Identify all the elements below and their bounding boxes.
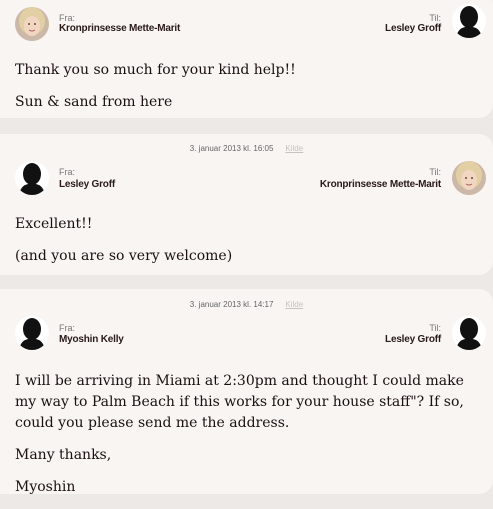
message-meta: 3. januar 2013 kl. 14:17 Kilde — [0, 300, 493, 309]
source-link[interactable]: Kilde — [285, 300, 303, 309]
avatar — [15, 161, 49, 195]
message-body: Thank you so much for your kind help!! S… — [15, 60, 481, 124]
message-paragraph: Many thanks, — [15, 447, 112, 463]
avatar — [15, 7, 49, 41]
to-label: Til: — [429, 13, 441, 23]
avatar — [452, 161, 486, 195]
message-paragraph: Sun & sand from here — [15, 94, 173, 110]
message-body: I will be arriving in Miami at 2:30pm an… — [15, 371, 481, 509]
recipient-name[interactable]: Lesley Groff — [385, 334, 441, 345]
avatar — [452, 4, 486, 38]
silhouette-icon — [456, 318, 482, 350]
message-card: 3. januar 2013 kl. 16:05 Kilde Fra: Lesle… — [0, 134, 493, 275]
message-paragraph: Myoshin — [15, 479, 76, 495]
message-paragraph: Thank you so much for your kind help!! — [15, 62, 296, 78]
sender-name[interactable]: Myoshin Kelly — [59, 334, 124, 345]
from-label: Fra: — [59, 13, 76, 23]
message-card: 3. januar 2013 kl. 14:17 Kilde Fra: Myosh… — [0, 289, 493, 495]
message-date: 3. januar 2013 kl. 16:05 — [189, 144, 274, 153]
silhouette-icon — [456, 6, 482, 38]
silhouette-icon — [19, 318, 45, 350]
message-meta: 3. januar 2013 kl. 16:05 Kilde — [0, 144, 493, 153]
message-date: 3. januar 2013 kl. 14:17 — [189, 300, 274, 309]
sender-name[interactable]: Lesley Groff — [59, 179, 115, 190]
message-paragraph: Excellent!! — [15, 216, 93, 232]
recipient-name[interactable]: Lesley Groff — [385, 23, 441, 34]
sender-name[interactable]: Kronprinsesse Mette-Marit — [59, 23, 180, 34]
to-label: Til: — [429, 323, 441, 333]
avatar — [452, 316, 486, 350]
from-label: Fra: — [59, 323, 76, 333]
source-link[interactable]: Kilde — [285, 144, 303, 153]
silhouette-icon — [19, 163, 45, 195]
recipient-name[interactable]: Kronprinsesse Mette-Marit — [320, 179, 441, 190]
message-paragraph: I will be arriving in Miami at 2:30pm an… — [15, 373, 464, 431]
avatar — [15, 316, 49, 350]
face-photo-icon — [15, 7, 49, 41]
message-body: Excellent!! (and you are so very welcome… — [15, 214, 481, 278]
to-label: Til: — [429, 167, 441, 177]
message-card: Fra: Kronprinsesse Mette-Marit Til: Lesl… — [0, 0, 493, 118]
from-label: Fra: — [59, 167, 76, 177]
face-photo-icon — [452, 161, 486, 195]
message-paragraph: (and you are so very welcome) — [15, 248, 233, 264]
